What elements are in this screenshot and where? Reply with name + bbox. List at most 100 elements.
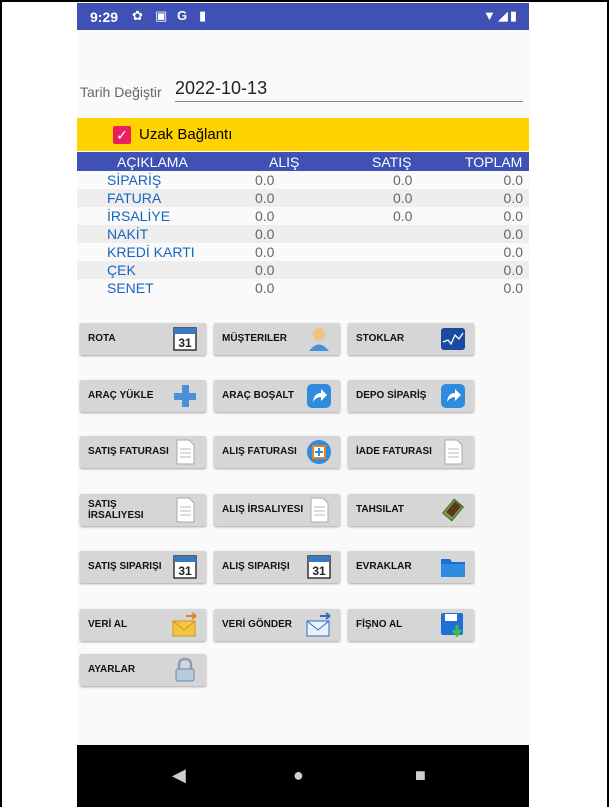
table-row: KREDİ KARTI 0.0 0.0 [77, 243, 529, 261]
row-alis: 0.0 [255, 244, 275, 260]
row-toplam: 0.0 [503, 226, 523, 242]
calendar-icon: 31 [173, 555, 197, 579]
satis-siparisi-button[interactable]: SATIŞ SIPARIŞI 31 [80, 551, 206, 583]
row-satis: 0.0 [393, 190, 413, 206]
alis-faturasi-button[interactable]: ALIŞ FATURASI [214, 436, 340, 468]
veri-al-label: VERİ AL [88, 619, 128, 630]
alis-irsaliyesi-label: ALIŞ İRSALIYESI [222, 504, 304, 515]
money-icon [441, 498, 465, 522]
row-alis: 0.0 [255, 208, 275, 224]
svg-text:31: 31 [312, 564, 326, 578]
remote-connection-bar: ✓ Uzak Bağlantı [77, 118, 529, 151]
back-icon[interactable]: ◀ [172, 765, 186, 786]
row-name: NAKİT [107, 226, 149, 242]
wifi-icon: ▼ [482, 8, 498, 23]
home-icon[interactable]: ● [293, 765, 304, 786]
tahsilat-label: TAHSILAT [356, 504, 404, 515]
row-alis: 0.0 [255, 190, 275, 206]
row-toplam: 0.0 [503, 172, 523, 188]
mail-out-icon [306, 612, 331, 637]
musteriler-button[interactable]: MÜŞTERILER [214, 323, 340, 355]
row-alis: 0.0 [255, 226, 275, 242]
table-row: İRSALİYE 0.0 0.0 0.0 [77, 207, 529, 225]
frame-top-border [0, 0, 608, 2]
table-row: SİPARİŞ 0.0 0.0 0.0 [77, 171, 529, 189]
tahsilat-button[interactable]: TAHSILAT [348, 494, 474, 526]
row-toplam: 0.0 [503, 280, 523, 296]
save-download-icon [441, 613, 463, 638]
calendar-icon: 31 [173, 327, 197, 351]
arac-yukle-button[interactable]: ARAÇ YÜKLE [80, 380, 206, 412]
signal-icon: ◢ [497, 8, 510, 23]
date-label: Tarih Değiştir [80, 84, 162, 100]
row-alis: 0.0 [255, 280, 275, 296]
alis-faturasi-label: ALIŞ FATURASI [222, 446, 297, 457]
depo-siparis-button[interactable]: DEPO SİPARİŞ [348, 380, 474, 412]
phone-screen: 9:29 ✿ ▣ G ▮ ▼◢▮ Tarih Değiştir 2022-10-… [77, 3, 529, 807]
alis-irsaliyesi-button[interactable]: ALIŞ İRSALIYESI [214, 494, 340, 526]
evraklar-label: EVRAKLAR [356, 561, 412, 572]
remote-checkbox-label[interactable]: Uzak Bağlantı [139, 126, 232, 143]
evraklar-button[interactable]: EVRAKLAR [348, 551, 474, 583]
row-name: SİPARİŞ [107, 172, 162, 188]
ayarlar-button[interactable]: AYARLAR [80, 654, 206, 686]
row-toplam: 0.0 [503, 244, 523, 260]
satis-irsaliyesi-label: SATIŞ İRSALIYESI [88, 499, 144, 521]
folder-icon [441, 559, 465, 577]
veri-al-button[interactable]: VERİ AL [80, 609, 206, 641]
ayarlar-label: AYARLAR [88, 664, 136, 675]
veri-gonder-label: VERİ GÖNDER [222, 619, 293, 630]
share-arrow-icon [441, 384, 465, 408]
share-arrow-icon [307, 384, 331, 408]
rota-button[interactable]: ROTA 31 [80, 323, 206, 355]
status-time: 9:29 [90, 9, 119, 25]
musteriler-label: MÜŞTERILER [222, 333, 287, 344]
gear-icon: ✿ [132, 8, 143, 23]
satis-faturasi-button[interactable]: SATIŞ FATURASI [80, 436, 206, 468]
frame-left-border [0, 0, 2, 807]
row-name: FATURA [107, 190, 162, 206]
table-row: ÇEK 0.0 0.0 [77, 261, 529, 279]
recents-icon[interactable]: ■ [415, 765, 426, 786]
document-icon [176, 497, 195, 523]
date-field[interactable]: 2022-10-13 [175, 78, 267, 99]
navigation-bar: ◀ ● ■ [77, 745, 529, 807]
sd-card-icon: ▮ [199, 8, 207, 23]
date-row: Tarih Değiştir 2022-10-13 [80, 78, 523, 104]
remote-checkbox[interactable]: ✓ [113, 126, 131, 144]
row-alis: 0.0 [255, 172, 275, 188]
row-alis: 0.0 [255, 262, 275, 278]
header-toplam: TOPLAM [465, 154, 523, 170]
status-bar: 9:29 ✿ ▣ G ▮ ▼◢▮ [77, 3, 529, 30]
alis-siparisi-button[interactable]: ALIŞ SIPARIŞI 31 [214, 551, 340, 583]
arac-bosalt-button[interactable]: ARAÇ BOŞALT [214, 380, 340, 412]
row-satis: 0.0 [393, 208, 413, 224]
add-document-icon [307, 440, 331, 464]
row-name: İRSALİYE [107, 208, 171, 224]
row-name: ÇEK [107, 262, 136, 278]
google-icon: G [177, 8, 188, 23]
depo-siparis-label: DEPO SİPARİŞ [356, 390, 427, 401]
stoklar-label: STOKLAR [356, 333, 405, 344]
mail-in-icon [172, 612, 197, 637]
status-right-icons: ▼◢▮ [483, 8, 519, 24]
arac-yukle-label: ARAÇ YÜKLE [88, 390, 154, 401]
svg-text:31: 31 [178, 336, 192, 350]
table-row: SENET 0.0 0.0 [77, 279, 529, 297]
row-toplam: 0.0 [503, 190, 523, 206]
fisno-al-button[interactable]: FİŞNO AL [348, 609, 474, 641]
stoklar-button[interactable]: STOKLAR [348, 323, 474, 355]
iade-faturasi-label: İADE FATURASI [356, 446, 432, 457]
veri-gonder-button[interactable]: VERİ GÖNDER [214, 609, 340, 641]
stock-chart-icon [441, 328, 465, 350]
row-toplam: 0.0 [503, 262, 523, 278]
battery-icon: ▮ [509, 8, 519, 23]
row-name: SENET [107, 280, 154, 296]
row-satis: 0.0 [393, 172, 413, 188]
header-aciklama: AÇIKLAMA [117, 154, 188, 170]
summary-table: SİPARİŞ 0.0 0.0 0.0 FATURA 0.0 0.0 0.0 İ… [77, 171, 529, 297]
person-icon [309, 328, 329, 351]
iade-faturasi-button[interactable]: İADE FATURASI [348, 436, 474, 468]
table-row: NAKİT 0.0 0.0 [77, 225, 529, 243]
satis-irsaliyesi-button[interactable]: SATIŞ İRSALIYESI [80, 494, 206, 526]
